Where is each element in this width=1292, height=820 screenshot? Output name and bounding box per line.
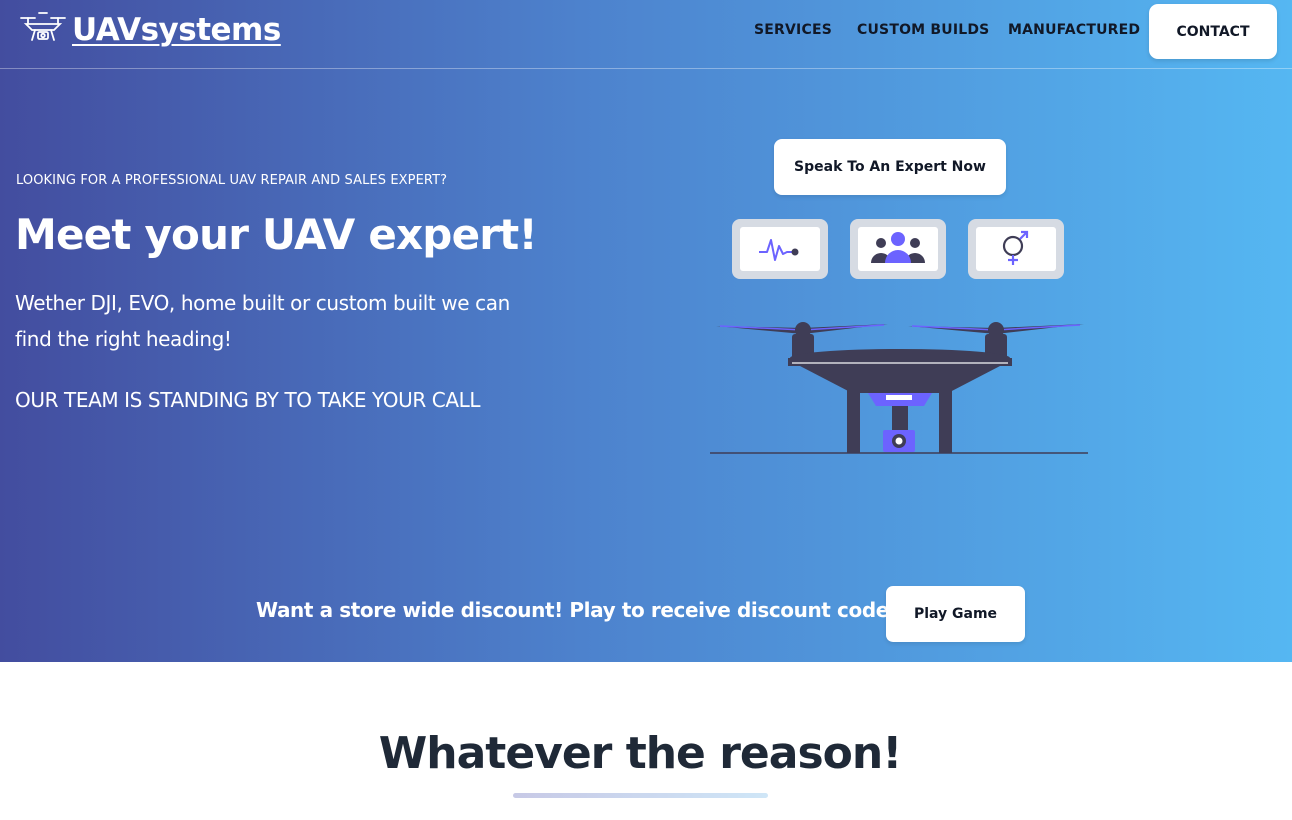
drone-illustration bbox=[710, 322, 1088, 454]
card-screen bbox=[858, 227, 938, 271]
service-card-monitoring bbox=[732, 219, 828, 279]
nav-link-manufactured[interactable]: MANUFACTURED bbox=[1008, 22, 1140, 38]
hero-headline: Meet your UAV expert! bbox=[15, 210, 538, 259]
contact-button[interactable]: CONTACT bbox=[1149, 4, 1277, 59]
section-title: Whatever the reason! bbox=[378, 728, 903, 779]
navbar: UAVsystems SERVICES CUSTOM BUILDS MANUFA… bbox=[0, 0, 1292, 69]
play-game-button[interactable]: Play Game bbox=[886, 586, 1025, 642]
hero-section: UAVsystems SERVICES CUSTOM BUILDS MANUFA… bbox=[0, 0, 1292, 662]
service-card-gender bbox=[968, 219, 1064, 279]
card-screen bbox=[976, 227, 1056, 271]
discount-promo-text: Want a store wide discount! Play to rece… bbox=[256, 598, 898, 622]
brand-logo[interactable]: UAVsystems bbox=[18, 10, 281, 50]
speak-to-expert-button[interactable]: Speak To An Expert Now bbox=[774, 139, 1006, 195]
brand-name[interactable]: UAVsystems bbox=[72, 12, 281, 48]
nav-link-custom-builds[interactable]: CUSTOM BUILDS bbox=[857, 22, 989, 38]
gender-symbol-icon bbox=[1002, 230, 1029, 265]
title-underline bbox=[513, 793, 768, 798]
card-screen bbox=[740, 227, 820, 271]
service-card-team bbox=[850, 219, 946, 279]
hero-eyebrow: LOOKING FOR A PROFESSIONAL UAV REPAIR AN… bbox=[16, 173, 448, 188]
nav-link-services[interactable]: SERVICES bbox=[754, 22, 832, 38]
hero-lead-text: Wether DJI, EVO, home built or custom bu… bbox=[15, 291, 510, 351]
drone-icon bbox=[20, 12, 66, 41]
hero-standby-text: OUR TEAM IS STANDING BY TO TAKE YOUR CAL… bbox=[15, 388, 481, 412]
heartbeat-icon bbox=[759, 239, 799, 261]
people-group-icon bbox=[871, 232, 925, 263]
